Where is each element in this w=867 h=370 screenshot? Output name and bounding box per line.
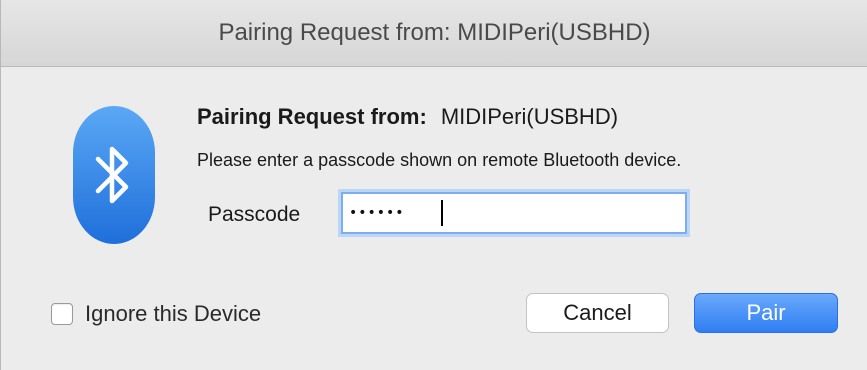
window-title: Pairing Request from: MIDIPeri(USBHD) (218, 19, 651, 46)
pairing-heading-label: Pairing Request from: (197, 104, 427, 129)
passcode-label: Passcode (208, 203, 301, 226)
bluetooth-rune (95, 146, 129, 204)
pair-button[interactable]: Pair (694, 293, 838, 333)
pairing-dialog: Pairing Request from: MIDIPeri(USBHD) Pa… (0, 0, 867, 370)
passcode-input[interactable] (341, 192, 687, 234)
ignore-device-option[interactable]: Ignore this Device (51, 301, 261, 327)
text-cursor (441, 200, 443, 226)
pairing-heading: Pairing Request from: MIDIPeri(USBHD) (197, 104, 618, 130)
title-bar: Pairing Request from: MIDIPeri(USBHD) (1, 0, 867, 67)
bluetooth-icon (73, 106, 155, 244)
ignore-device-label[interactable]: Ignore this Device (85, 301, 261, 327)
ignore-device-checkbox[interactable] (51, 303, 73, 325)
cancel-button[interactable]: Cancel (526, 293, 669, 333)
instruction-text: Please enter a passcode shown on remote … (197, 150, 682, 170)
device-name: MIDIPeri(USBHD) (440, 104, 619, 129)
